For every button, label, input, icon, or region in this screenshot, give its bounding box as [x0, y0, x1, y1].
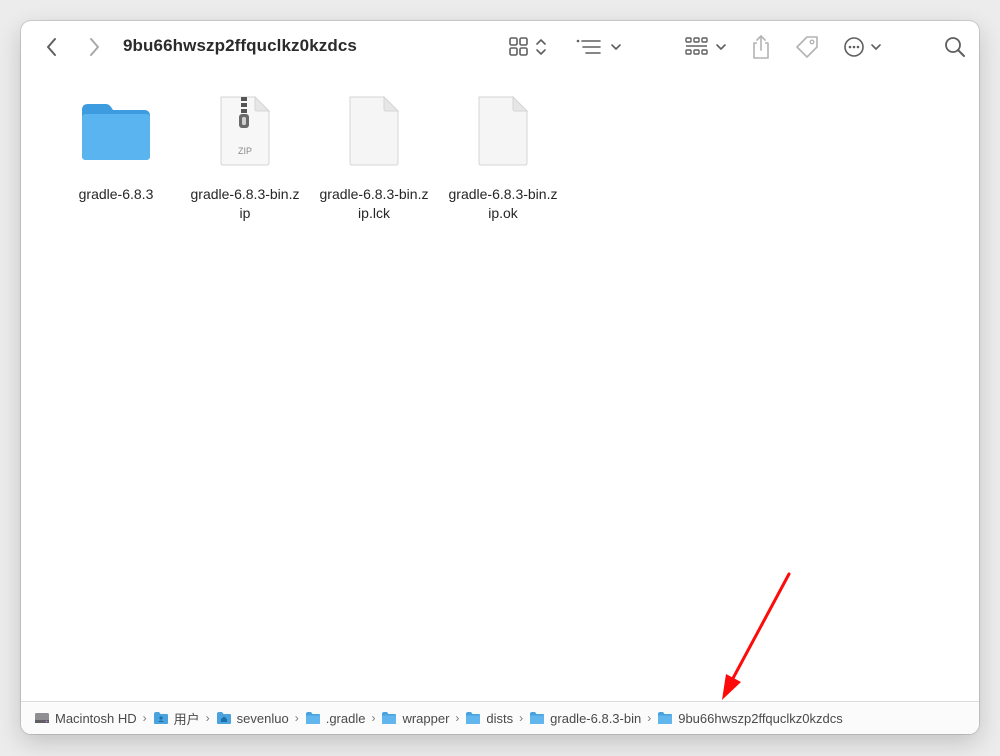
- folder-icon: [465, 711, 481, 725]
- finder-window: 9bu66hwszp2ffquclkz0kzdcs gradle-6.8.3 Z…: [21, 21, 979, 734]
- file-name: gradle-6.8.3: [78, 186, 154, 202]
- file-name: gradle-6.8.3-bin.zip: [190, 186, 300, 221]
- share-icon: [753, 35, 769, 59]
- toolbar: 9bu66hwszp2ffquclkz0kzdcs: [21, 21, 979, 73]
- search-button[interactable]: [943, 35, 967, 59]
- folder-icon: [381, 711, 397, 725]
- file-item-folder[interactable]: gradle-6.8.3: [61, 91, 171, 204]
- file-item-document[interactable]: gradle-6.8.3-bin.zip.lck: [319, 91, 429, 223]
- list-options-button[interactable]: [575, 35, 623, 59]
- path-separator: ›: [647, 711, 652, 725]
- path-separator: ›: [519, 711, 524, 725]
- file-name: gradle-6.8.3-bin.zip.lck: [319, 186, 429, 221]
- path-item-dists[interactable]: dists: [465, 711, 513, 726]
- path-separator: ›: [142, 711, 147, 725]
- zip-badge: ZIP: [238, 146, 252, 156]
- path-separator: ›: [455, 711, 460, 725]
- folder-icon: [657, 711, 673, 725]
- path-item-gradle[interactable]: .gradle: [305, 710, 366, 726]
- path-item-sevenluo[interactable]: sevenluo: [216, 711, 289, 726]
- users-folder-icon: [153, 711, 169, 725]
- back-button[interactable]: [39, 34, 65, 60]
- path-bar: Macintosh HD › 用户 › sevenluo › .gradle ›: [21, 701, 979, 734]
- more-actions-button[interactable]: [843, 35, 887, 59]
- path-item-label: sevenluo: [236, 710, 289, 726]
- document-icon: [349, 95, 400, 166]
- path-item-label: wrapper: [402, 710, 450, 726]
- path-item-label: Macintosh HD: [55, 710, 137, 726]
- window-title: 9bu66hwszp2ffquclkz0kzdcs: [123, 36, 357, 55]
- path-item-label: gradle-6.8.3-bin: [550, 710, 642, 726]
- group-button[interactable]: [685, 35, 729, 59]
- icon-grid-icon: [509, 37, 546, 56]
- file-item-zip[interactable]: ZIP gradle-6.8.3-bin.zip: [190, 91, 300, 223]
- path-separator: ›: [205, 711, 210, 725]
- path-item-label: .gradle: [325, 710, 366, 726]
- tag-icon: [796, 36, 818, 58]
- zip-archive-icon: ZIP: [220, 95, 271, 166]
- share-button[interactable]: [749, 33, 773, 61]
- file-name: gradle-6.8.3-bin.zip.ok: [448, 186, 558, 221]
- path-item-users[interactable]: 用户: [153, 709, 200, 728]
- file-item-document[interactable]: gradle-6.8.3-bin.zip.ok: [448, 91, 558, 223]
- folder-icon: [305, 711, 321, 725]
- forward-button[interactable]: [81, 34, 107, 60]
- path-separator: ›: [294, 711, 299, 725]
- path-item-wrapper[interactable]: wrapper: [381, 711, 449, 726]
- path-item-macintosh-hd[interactable]: Macintosh HD: [34, 711, 137, 726]
- chevron-right-icon: [90, 38, 99, 56]
- path-item-label: 9bu66hwszp2ffquclkz0kzdcs: [678, 710, 843, 726]
- path-item-gradle-bin[interactable]: gradle-6.8.3-bin: [529, 711, 641, 726]
- document-icon: [478, 95, 529, 166]
- path-item-label: 用户: [173, 711, 200, 727]
- tag-button[interactable]: [793, 34, 821, 60]
- hard-drive-icon: [34, 711, 50, 725]
- file-grid: gradle-6.8.3 ZIP gradle-6.8.3-bin.zip gr…: [41, 91, 741, 251]
- view-mode-button[interactable]: [508, 35, 552, 59]
- home-folder-icon: [216, 711, 232, 725]
- search-icon: [945, 37, 965, 57]
- chevron-left-icon: [47, 38, 56, 56]
- ellipsis-circle-icon: [844, 37, 881, 57]
- list-view-icon: [576, 39, 621, 54]
- folder-icon: [529, 711, 545, 725]
- folder-icon: [82, 104, 150, 160]
- path-item-label: dists: [486, 710, 514, 726]
- group-icon: [685, 37, 726, 55]
- path-item-current[interactable]: 9bu66hwszp2ffquclkz0kzdcs: [657, 711, 843, 726]
- path-separator: ›: [371, 711, 376, 725]
